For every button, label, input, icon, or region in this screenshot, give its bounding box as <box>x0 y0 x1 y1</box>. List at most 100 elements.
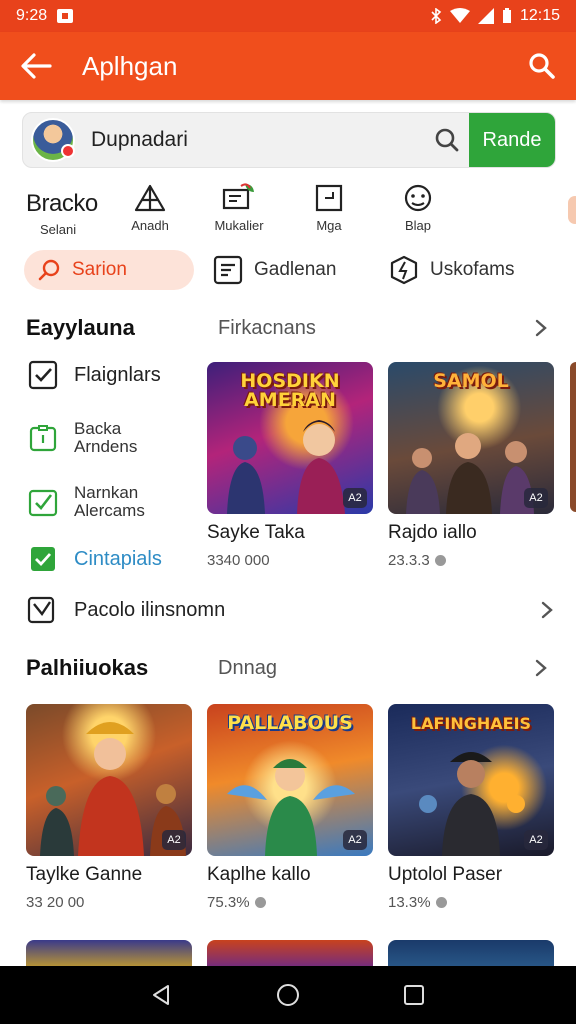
list-row-label: Pacolo ilinsnomn <box>74 598 226 621</box>
game-badge: A2 <box>524 488 548 508</box>
checkbox-outline-green-icon <box>28 489 58 517</box>
quick-item-blap[interactable]: Blap <box>378 182 458 233</box>
game-thumbnail: A2 <box>26 704 192 856</box>
quick-brand[interactable]: Bracko Selani <box>26 190 98 237</box>
list-item[interactable]: Narnkan Alercams <box>28 484 208 520</box>
chevron-right-icon[interactable] <box>534 318 548 338</box>
game-card[interactable]: PALLABOUS A2 Kaplhe kallo 75.3% <box>207 704 373 911</box>
checkbox-filled-green-icon <box>31 547 55 571</box>
game-card[interactable]: HOSDIKN AMERAN A2 Sayke Taka 3340 000 <box>207 362 373 569</box>
game-card[interactable]: A2 Taylke Ganne 33 20 00 <box>26 704 192 911</box>
chevron-right-icon[interactable] <box>540 600 554 620</box>
status-icons: 12:15 <box>430 7 560 25</box>
list-item-label: Narnkan Alercams <box>74 484 145 520</box>
media-icon <box>222 183 254 210</box>
quick-item-label: Mga <box>316 218 342 233</box>
list-item[interactable]: Cintapials <box>28 544 208 574</box>
back-arrow-icon[interactable] <box>20 53 52 79</box>
game-meta-value: 33 20 00 <box>26 894 85 911</box>
back-triangle-icon[interactable] <box>150 983 174 1007</box>
chip-sarion[interactable]: Sarion <box>24 250 194 290</box>
face-icon <box>404 184 432 212</box>
game-badge: A2 <box>524 830 548 850</box>
game-badge: A2 <box>162 830 186 850</box>
list-item-label: Flaignlars <box>74 364 161 386</box>
label-line: Alercams <box>74 501 145 520</box>
section-header[interactable]: Eayylauna Firkacnans <box>0 308 576 348</box>
game-title: Kaplhe kallo <box>207 864 311 885</box>
chevron-right-icon[interactable] <box>534 658 548 678</box>
list-item[interactable]: Flaignlars <box>28 360 208 390</box>
battery-icon <box>502 8 511 23</box>
recents-square-icon[interactable] <box>402 983 426 1007</box>
game-badge: A2 <box>343 488 367 508</box>
chip-label: Uskofams <box>430 259 515 280</box>
chip-gadlenan[interactable]: Gadlenan <box>212 250 336 290</box>
game-thumbnail: SAMOL A2 <box>388 362 554 514</box>
quick-brand-title: Bracko <box>26 190 98 217</box>
chip-label: Sarion <box>72 259 127 280</box>
game-meta: 23.3.3 <box>388 552 554 569</box>
game-thumbnail: HOSDIKN AMERAN A2 <box>207 362 373 514</box>
label-line: Arndens <box>74 437 138 456</box>
section-title: Eayylauna <box>26 315 135 340</box>
game-badge: A2 <box>343 830 367 850</box>
game-meta-value: 13.3% <box>388 894 431 911</box>
list-item-label: Cintapials <box>74 548 162 570</box>
game-thumbnail: PALLABOUS A2 <box>207 704 373 856</box>
game-meta-value: 23.3.3 <box>388 552 430 569</box>
label-line: Backa <box>74 419 122 438</box>
rating-dot-icon <box>254 897 266 908</box>
tent-icon <box>134 184 166 212</box>
game-meta-value: 3340 000 <box>207 552 270 569</box>
search-bar: Rande <box>22 112 556 168</box>
search-icon[interactable] <box>528 52 556 80</box>
list-icon <box>213 255 243 285</box>
section-title: Palhiiuokas <box>26 655 149 680</box>
game-meta: 13.3% <box>388 894 554 911</box>
checkbox-slash-icon <box>27 596 55 624</box>
quick-item-anadh[interactable]: Anadh <box>110 182 190 233</box>
clipboard-icon <box>29 425 57 452</box>
game-title: Uptolol Paser <box>388 864 503 885</box>
search-icon[interactable] <box>425 127 469 153</box>
list-item-label: Backa Arndens <box>74 420 137 456</box>
game-title: Taylke Ganne <box>26 864 143 885</box>
app-bar: Aplhgan <box>0 32 576 100</box>
signal-icon <box>477 8 494 24</box>
game-thumbnail: LAFINGHAEIS A2 <box>388 704 554 856</box>
quick-item-mga[interactable]: Mga <box>289 182 369 233</box>
chip-uskofams[interactable]: Uskofams <box>388 250 514 290</box>
note-icon <box>315 184 343 212</box>
game-meta: 75.3% <box>207 894 373 911</box>
search-icon <box>38 259 60 281</box>
bolt-icon <box>390 255 418 285</box>
quick-item-label: Blap <box>404 218 432 233</box>
game-title: Rajdo iallo <box>388 522 477 543</box>
notification-icon <box>57 9 74 23</box>
search-input[interactable] <box>75 113 425 167</box>
system-nav-bar <box>0 966 576 1024</box>
game-card[interactable]: LAFINGHAEIS A2 Uptolol Paser 13.3% <box>388 704 554 911</box>
section-subtitle: Firkacnans <box>218 316 316 339</box>
rating-dot-icon <box>435 897 447 908</box>
section-header[interactable]: Palhiiuokas Dnnag <box>0 648 576 688</box>
quick-item-label: Mukalier <box>214 218 264 233</box>
quick-brand-sub: Selani <box>40 222 77 237</box>
status-time: 9:28 <box>16 7 48 24</box>
section-subtitle: Dnnag <box>218 656 277 679</box>
quick-item-mukalier[interactable]: Mukalier <box>199 182 279 233</box>
rande-button[interactable]: Rande <box>469 113 555 167</box>
list-item[interactable]: Backa Arndens <box>28 420 208 456</box>
next-card-peek <box>570 362 576 512</box>
home-circle-icon[interactable] <box>275 982 301 1008</box>
chip-label: Gadlenan <box>254 259 337 280</box>
game-card[interactable]: SAMOL A2 Rajdo iallo 23.3.3 <box>388 362 554 569</box>
label-line: Narnkan <box>74 483 139 502</box>
checkbox-checked-icon <box>28 360 58 390</box>
game-meta: 33 20 00 <box>26 894 192 911</box>
avatar[interactable] <box>31 118 75 162</box>
scroll-hint <box>568 196 576 224</box>
list-row-pacolo[interactable]: Pacolo ilinsnomn <box>26 592 556 628</box>
rating-dot-icon <box>434 555 446 566</box>
